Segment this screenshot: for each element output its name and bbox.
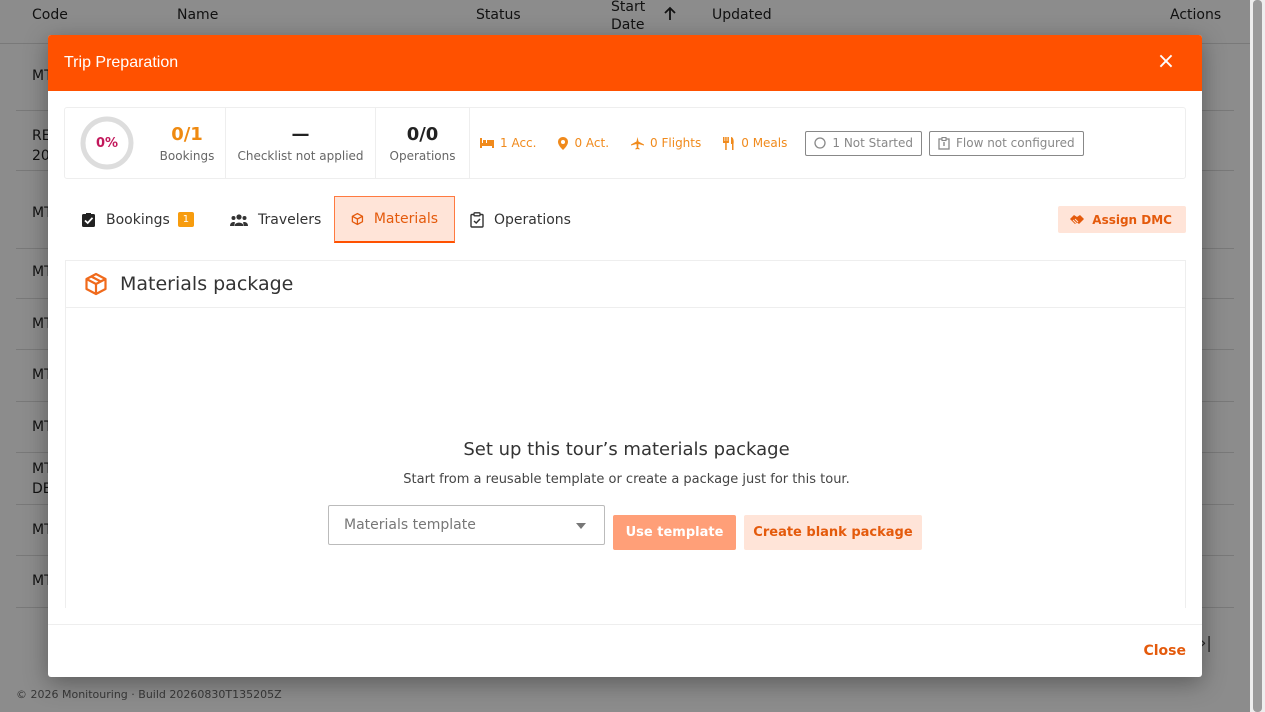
- handshake-icon: [1070, 214, 1085, 224]
- clipboard-check-icon: [470, 211, 484, 228]
- dialog-tabs: Bookings 1 Travelers Materials Operation…: [64, 196, 1186, 244]
- materials-panel-title: Materials package: [120, 273, 294, 295]
- chevron-down-icon: [576, 523, 586, 529]
- materials-panel: Materials package Set up this tour’s mat…: [65, 260, 1186, 608]
- circle-outline-icon: [814, 137, 827, 149]
- pill-flights-label: 0 Flights: [650, 136, 702, 150]
- page-scrollbar[interactable]: [1250, 0, 1265, 712]
- package-icon: [85, 272, 107, 296]
- dialog-title: Trip Preparation: [64, 54, 179, 71]
- materials-template-select[interactable]: Materials template: [328, 505, 605, 545]
- tab-operations-label: Operations: [494, 211, 571, 228]
- scrollbar-thumb[interactable]: [1253, 0, 1262, 712]
- tab-travelers-label: Travelers: [258, 211, 322, 228]
- progress-ring: 0%: [73, 109, 141, 177]
- stat-bookings-label: Bookings: [159, 148, 215, 163]
- materials-empty-state: Set up this tour’s materials package Sta…: [66, 439, 1187, 487]
- people-icon: [230, 213, 248, 226]
- materials-panel-header: Materials package: [66, 261, 1185, 308]
- trip-preparation-dialog: Trip Preparation × 0% 0/1 Bookings — Che…: [48, 35, 1202, 677]
- pill-meals: 0 Meals: [723, 136, 787, 150]
- summary-stats-bar: 0% 0/1 Bookings — Checklist not applied …: [64, 107, 1186, 179]
- tab-bookings-label: Bookings: [106, 211, 170, 228]
- pill-flights: 0 Flights: [631, 136, 701, 150]
- assign-dmc-label: Assign DMC: [1092, 212, 1172, 227]
- empty-state-description: Start from a reusable template or create…: [403, 472, 850, 487]
- close-icon[interactable]: ×: [1154, 51, 1178, 75]
- tab-bookings-count-badge: 1: [177, 212, 195, 227]
- materials-template-placeholder: Materials template: [344, 517, 476, 533]
- pill-accommodations-label: 1 Acc.: [500, 136, 537, 150]
- airplane-icon: [631, 136, 645, 149]
- pill-accommodations: 1 Acc.: [480, 136, 536, 150]
- dialog-footer: Close: [48, 624, 1202, 677]
- tab-travelers[interactable]: Travelers: [230, 196, 321, 243]
- stat-operations-value: 0/0: [406, 123, 439, 145]
- stat-checklist-label: Checklist not applied: [237, 148, 364, 163]
- close-button[interactable]: Close: [1143, 643, 1186, 659]
- package-icon: [351, 212, 364, 226]
- progress-percent: 0%: [95, 135, 119, 151]
- tab-materials[interactable]: Materials: [334, 196, 455, 243]
- assign-dmc-button[interactable]: Assign DMC: [1058, 206, 1186, 233]
- pill-meals-label: 0 Meals: [741, 136, 788, 150]
- pill-activities: 0 Act.: [558, 136, 609, 150]
- empty-state-title: Set up this tour’s materials package: [463, 439, 790, 460]
- cutlery-icon: [723, 136, 734, 150]
- stat-operations-label: Operations: [389, 148, 456, 163]
- bed-icon: [480, 138, 494, 148]
- pill-activities-label: 0 Act.: [574, 136, 610, 150]
- tab-bookings[interactable]: Bookings 1: [82, 196, 195, 243]
- tab-operations[interactable]: Operations: [470, 196, 571, 243]
- stat-checklist: — Checklist not applied: [226, 107, 376, 179]
- clipboard-icon: [938, 136, 950, 150]
- stat-operations: 0/0 Operations: [376, 107, 470, 179]
- dialog-header: Trip Preparation ×: [48, 35, 1202, 91]
- checkbox-checked-icon: [82, 212, 95, 227]
- use-template-button[interactable]: Use template: [613, 515, 736, 550]
- stat-checklist-value: —: [291, 123, 310, 145]
- flow-status-badge: Flow not configured: [928, 130, 1084, 156]
- materials-actions: Materials template Use template Create b…: [328, 505, 928, 550]
- stat-bookings-value: 0/1: [171, 123, 203, 145]
- status-not-started-badge: 1 Not Started: [805, 130, 922, 156]
- tab-materials-label: Materials: [373, 211, 438, 227]
- create-blank-package-button[interactable]: Create blank package: [744, 515, 922, 550]
- location-pin-icon: [558, 136, 569, 150]
- stat-bookings: 0/1 Bookings: [149, 107, 226, 179]
- status-not-started-label: 1 Not Started: [832, 136, 913, 150]
- flow-status-label: Flow not configured: [955, 136, 1075, 150]
